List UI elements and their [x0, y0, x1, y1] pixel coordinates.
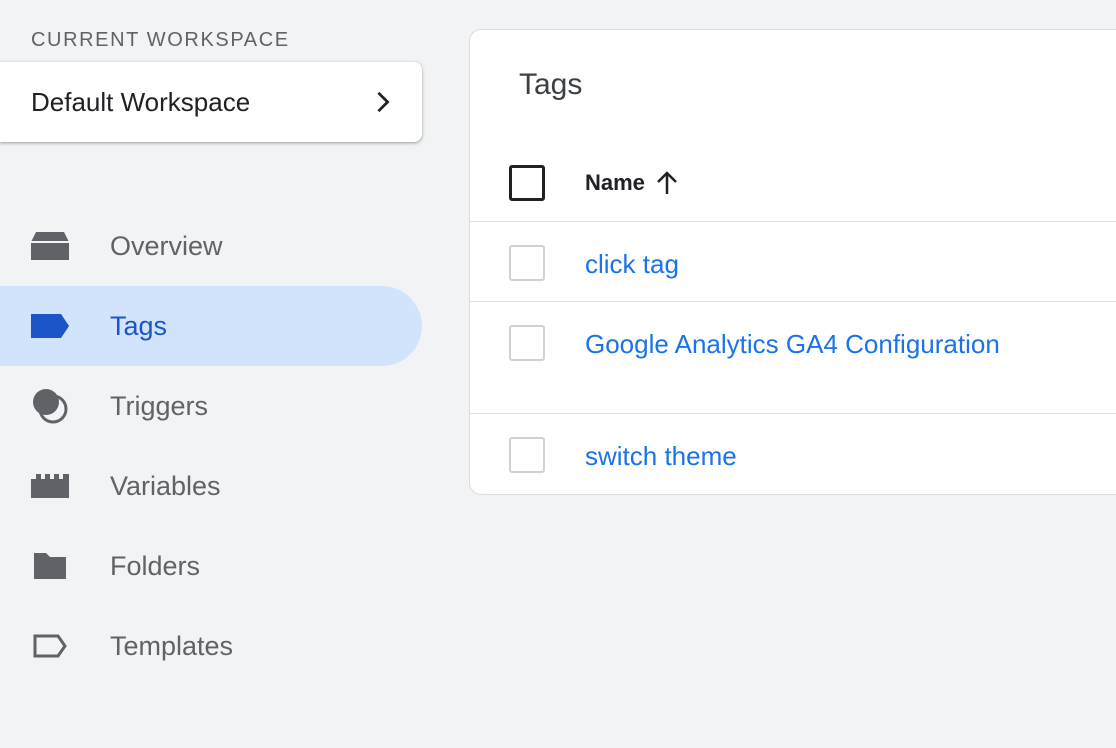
sidebar-item-folders[interactable]: Folders: [0, 526, 422, 606]
overview-icon: [30, 226, 70, 266]
table-row: Google Analytics GA4 Configuration: [470, 302, 1116, 414]
row-checkbox[interactable]: [509, 325, 545, 361]
tags-panel: Tags Name click tag Google Analytics GA4…: [469, 29, 1116, 495]
table-header: Name: [470, 144, 1116, 222]
tag-name-link[interactable]: switch theme: [585, 441, 737, 472]
sidebar-item-label: Overview: [110, 230, 223, 261]
chevron-right-icon: [377, 91, 390, 113]
sidebar-nav: Overview Tags Triggers Variables Folders…: [0, 206, 422, 686]
workspace-name: Default Workspace: [31, 86, 251, 117]
sidebar-item-overview[interactable]: Overview: [0, 206, 422, 286]
tag-name-link[interactable]: Google Analytics GA4 Configuration: [585, 329, 1000, 360]
tag-icon: [30, 306, 70, 346]
select-all-checkbox[interactable]: [509, 164, 545, 201]
sidebar-item-label: Folders: [110, 550, 201, 581]
sidebar-item-tags[interactable]: Tags: [0, 286, 422, 366]
table-row: switch theme: [470, 414, 1116, 494]
sidebar-item-label: Templates: [110, 630, 234, 661]
sidebar-item-variables[interactable]: Variables: [0, 446, 422, 526]
column-header-label: Name: [585, 169, 645, 195]
table-row: click tag: [470, 222, 1116, 302]
sidebar-item-triggers[interactable]: Triggers: [0, 366, 422, 446]
workspace-selector[interactable]: Default Workspace: [0, 62, 422, 142]
trigger-icon: [30, 386, 70, 426]
row-checkbox[interactable]: [509, 245, 545, 281]
sidebar-item-templates[interactable]: Templates: [0, 606, 422, 686]
template-icon: [30, 626, 70, 666]
sidebar-item-label: Tags: [110, 310, 168, 341]
variable-icon: [30, 466, 70, 506]
current-workspace-label: CURRENT WORKSPACE: [31, 29, 290, 51]
name-column-header[interactable]: Name: [585, 170, 679, 196]
page-title: Tags: [519, 68, 583, 101]
folder-icon: [30, 546, 70, 586]
sidebar-item-label: Triggers: [110, 390, 209, 421]
sidebar-item-label: Variables: [110, 470, 221, 501]
sort-ascending-icon: [657, 170, 677, 194]
tag-name-link[interactable]: click tag: [585, 249, 679, 280]
row-checkbox[interactable]: [509, 437, 545, 473]
